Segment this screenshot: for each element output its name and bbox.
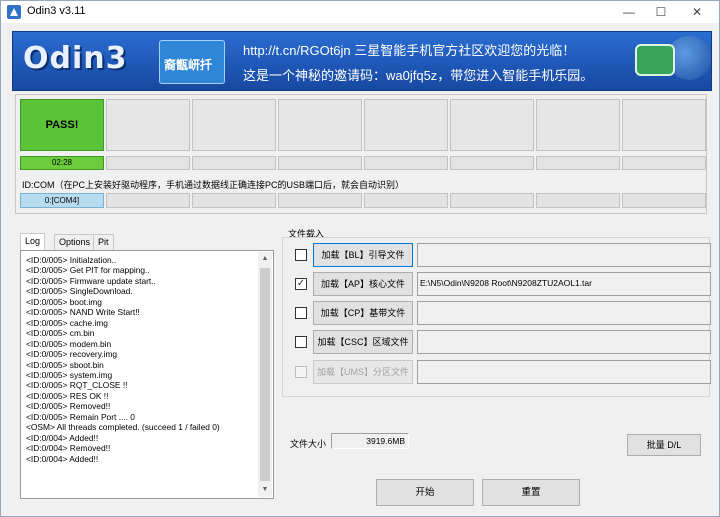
port-com-3	[192, 193, 276, 208]
csc-checkbox[interactable]	[295, 336, 307, 348]
tab-options[interactable]: Options	[54, 234, 96, 250]
log-line: <ID:0/005> recovery.img	[26, 349, 118, 360]
banner-stamp-text: 裔甑岍扦	[164, 58, 213, 72]
file-size-value: 3919.6MB	[331, 433, 409, 449]
file-row-ums: 加载【UMS】分区文件	[293, 360, 711, 384]
file-size-label: 文件大小	[290, 439, 327, 449]
port-time-6	[450, 156, 534, 170]
odin-app-icon	[7, 5, 21, 19]
maximize-button[interactable]: ☐	[645, 1, 677, 23]
tab-pit[interactable]: Pit	[93, 234, 114, 250]
port-com-8	[622, 193, 706, 208]
port-status-8	[622, 99, 706, 151]
log-scrollbar[interactable]: ▲ ▼	[258, 252, 272, 497]
port-status-6	[450, 99, 534, 151]
log-line: <ID:0/005> RES OK !!	[26, 390, 109, 401]
port-status-4	[278, 99, 362, 151]
port-time-7	[536, 156, 620, 170]
start-button[interactable]: 开始	[376, 479, 474, 506]
elapsed-time: 02:28	[51, 158, 73, 167]
window-title: Odin3 v3.11	[27, 5, 86, 17]
ums-checkbox	[295, 366, 307, 378]
port-status-5	[364, 99, 448, 151]
banner-invite-text: 这是一个神秘的邀请码：wa0jfq5z，带您进入智能手机乐园。	[243, 68, 594, 83]
chat-bubble-icon	[635, 44, 675, 76]
ap-checkbox[interactable]: ✓	[295, 278, 307, 290]
log-line: <ID:0/004> Removed!!	[26, 443, 111, 454]
log-line: <ID:0/005> Firmware update start..	[26, 275, 156, 286]
tab-log[interactable]: Log	[20, 233, 46, 251]
batch-download-button[interactable]: 批量 D/L	[627, 434, 701, 456]
port-time-5	[364, 156, 448, 170]
log-line: <ID:0/005> modem.bin	[26, 338, 112, 349]
reset-button[interactable]: 重置	[482, 479, 580, 506]
log-panel[interactable]: <ID:0/005> Initialzation.. <ID:0/005> Ge…	[20, 250, 274, 499]
com-port-label: 0:[COM4]	[44, 196, 80, 205]
file-row-bl: 加载【BL】引导文件	[293, 243, 711, 267]
log-line: <ID:0/005> NAND Write Start!!	[26, 307, 140, 318]
load-csc-button[interactable]: 加载【CSC】区域文件	[313, 330, 413, 354]
log-line: <ID:0/005> Removed!!	[26, 401, 111, 412]
log-line: <ID:0/005> cache.img	[26, 317, 108, 328]
file-row-csc: 加载【CSC】区域文件	[293, 330, 711, 354]
close-button[interactable]: ✕	[681, 1, 713, 23]
banner-stamp: 裔甑岍扦	[159, 40, 225, 84]
csc-path-field[interactable]	[417, 330, 711, 354]
port-status-1: PASS!	[20, 99, 104, 151]
port-time-2	[106, 156, 190, 170]
port-com-6	[450, 193, 534, 208]
scroll-up-arrow-icon[interactable]: ▲	[258, 252, 272, 266]
ums-path-field	[417, 360, 711, 384]
load-bl-button[interactable]: 加载【BL】引导文件	[313, 243, 413, 267]
port-com-2	[106, 193, 190, 208]
port-com-5	[364, 193, 448, 208]
port-com-7	[536, 193, 620, 208]
log-line: <ID:0/004> Added!!	[26, 453, 99, 464]
file-row-cp: 加载【CP】基带文件	[293, 301, 711, 325]
load-cp-button[interactable]: 加载【CP】基带文件	[313, 301, 413, 325]
banner-link-text[interactable]: http://t.cn/RGOt6jn 三星智能手机官方社区欢迎您的光临！	[243, 40, 575, 59]
log-line: <ID:0/005> system.img	[26, 369, 113, 380]
log-line: <ID:0/005> cm.bin	[26, 328, 95, 339]
promo-banner: Odin3 裔甑岍扦 http://t.cn/RGOt6jn 三星智能手机官方社…	[12, 31, 712, 91]
idcom-label: ID:COM（在PC上安装好驱动程序，手机通过数据线正确连接PC的USB端口后，…	[22, 180, 405, 190]
log-line: <OSM> All threads completed. (succeed 1 …	[26, 422, 220, 433]
port-com-4	[278, 193, 362, 208]
port-status-7	[536, 99, 620, 151]
bl-checkbox[interactable]	[295, 249, 307, 261]
odin3-logo: Odin3	[23, 41, 128, 76]
log-line: <ID:0/005> Get PIT for mapping..	[26, 265, 150, 276]
port-time-1: 02:28	[20, 156, 104, 170]
file-row-ap: ✓ 加载【AP】核心文件 E:\N5\Odin\N9208 Root\N9208…	[293, 272, 711, 296]
bl-path-field[interactable]	[417, 243, 711, 267]
scroll-thumb[interactable]	[260, 268, 270, 481]
port-com-1: 0:[COM4]	[20, 193, 104, 208]
title-bar: Odin3 v3.11 — ☐ ✕	[1, 1, 719, 23]
log-line: <ID:0/005> SingleDownload.	[26, 286, 133, 297]
port-status-panel: PASS! 02:28 ID:COM（在PC上安装好驱动程序，手机通过数据线正确…	[15, 94, 707, 214]
log-line: <ID:0/005> Remain Port .... 0	[26, 411, 135, 422]
port-status-2	[106, 99, 190, 151]
log-line: <ID:0/005> RQT_CLOSE !!	[26, 380, 128, 391]
log-line: <ID:0/005> boot.img	[26, 296, 102, 307]
log-line: <ID:0/005> sboot.bin	[26, 359, 104, 370]
log-output: <ID:0/005> Initialzation.. <ID:0/005> Ge…	[26, 255, 258, 495]
port-status-3	[192, 99, 276, 151]
load-ap-button[interactable]: 加载【AP】核心文件	[313, 272, 413, 296]
odin-window: Odin3 v3.11 — ☐ ✕ Odin3 裔甑岍扦 http://t.cn…	[0, 0, 720, 517]
scroll-down-arrow-icon[interactable]: ▼	[258, 483, 272, 497]
port-time-3	[192, 156, 276, 170]
port-time-4	[278, 156, 362, 170]
load-ums-button: 加载【UMS】分区文件	[313, 360, 413, 384]
ap-path-field[interactable]: E:\N5\Odin\N9208 Root\N9208ZTU2AOL1.tar	[417, 272, 711, 296]
log-line: <ID:0/004> Added!!	[26, 432, 99, 443]
minimize-button[interactable]: —	[613, 1, 645, 23]
port-time-8	[622, 156, 706, 170]
log-line: <ID:0/005> Initialzation..	[26, 255, 117, 265]
cp-checkbox[interactable]	[295, 307, 307, 319]
cp-path-field[interactable]	[417, 301, 711, 325]
pass-label: PASS!	[45, 119, 79, 131]
file-load-group: 加载【BL】引导文件 ✓ 加载【AP】核心文件 E:\N5\Odin\N9208…	[282, 237, 711, 397]
